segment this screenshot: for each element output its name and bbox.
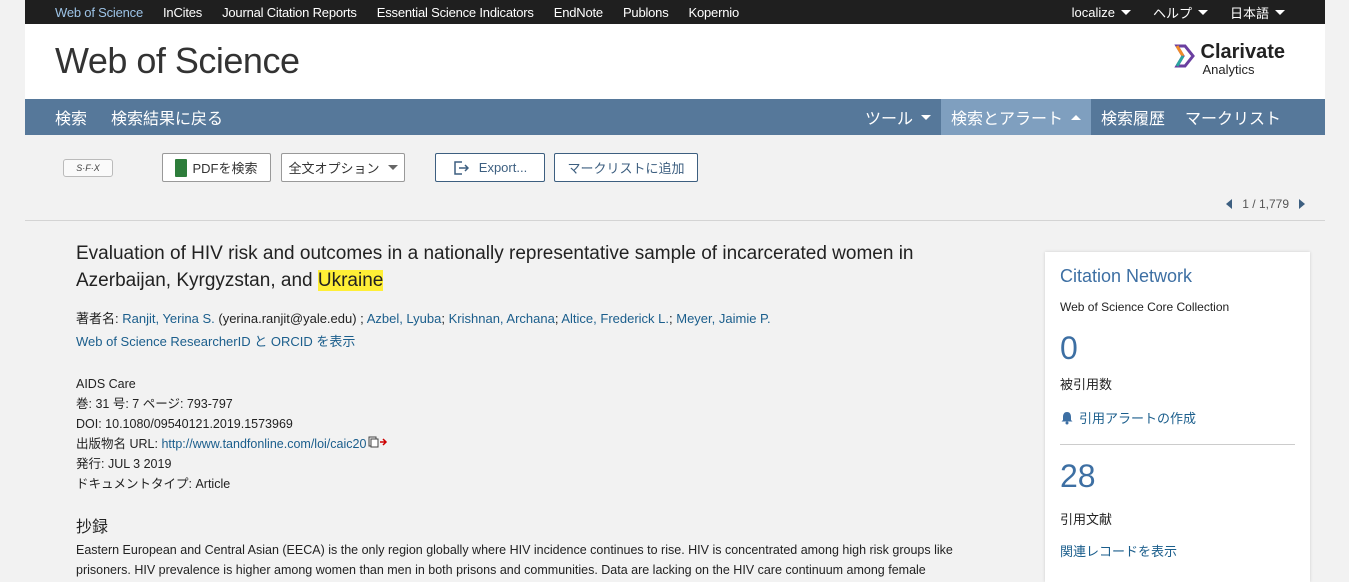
author-link-2[interactable]: Azbel, Lyuba (367, 311, 442, 326)
view-related-records-link[interactable]: 関連レコードを表示 (1060, 541, 1177, 560)
pdf-icon (175, 158, 188, 177)
product-link-incites[interactable]: InCites (163, 5, 202, 20)
clarivate-logo-icon (1173, 44, 1195, 68)
product-link-wos[interactable]: Web of Science (55, 5, 143, 20)
doi: DOI: 10.1080/09540121.2019.1573969 (76, 417, 293, 431)
external-link-icon[interactable] (368, 436, 388, 448)
product-link-endnote[interactable]: EndNote (554, 5, 603, 20)
nav-search[interactable]: 検索 (55, 105, 87, 129)
create-citation-alert-link[interactable]: 引用アラートの作成 (1060, 408, 1196, 427)
record-detail: Evaluation of HIV risk and outcomes in a… (25, 222, 1040, 577)
chevron-down-icon (920, 114, 931, 120)
product-link-esi[interactable]: Essential Science Indicators (377, 5, 534, 20)
sfx-button[interactable]: S·F·X (63, 159, 113, 177)
title-highlight: Ukraine (317, 270, 384, 291)
clarivate-logo-text: Clarivate Analytics (1201, 42, 1286, 77)
document-type: ドキュメントタイプ: Article (76, 477, 231, 491)
publication-url-row: 出版物名 URL: http://www.tandfonline.com/loi… (76, 434, 388, 454)
author-link-1[interactable]: Ranjit, Yerina S. (122, 311, 215, 326)
help-label: ヘルプ (1152, 5, 1192, 21)
bell-icon (1061, 411, 1073, 424)
main-nav: 検索 検索結果に戻る ツール 検索とアラート 検索履歴 マークリスト (25, 99, 1325, 135)
find-pdf-button[interactable]: PDFを検索 (162, 153, 271, 182)
page: Web of Science InCites Journal Citation … (25, 0, 1325, 582)
product-link-publons[interactable]: Publons (623, 5, 669, 20)
help-menu[interactable]: ヘルプ (1153, 3, 1208, 22)
fulltext-options-select[interactable]: 全文オプション (281, 153, 405, 182)
prev-record-icon[interactable] (1226, 199, 1233, 209)
clarivate-logo[interactable]: Clarivate Analytics (1173, 42, 1286, 77)
create-alert-label: 引用アラートの作成 (1079, 411, 1197, 426)
times-cited-label: 被引用数 (1060, 377, 1113, 392)
export-icon (454, 160, 469, 175)
record-toolbar: S·F·X PDFを検索 全文オプション Export... マークリストに追加… (25, 135, 1325, 221)
volume-info: 巻: 31 号: 7 ページ: 793-797 (76, 397, 233, 411)
export-button[interactable]: Export... (435, 153, 545, 182)
nav-marklist[interactable]: マークリスト (1175, 99, 1325, 135)
author-link-3[interactable]: Krishnan, Archana (449, 311, 555, 326)
find-pdf-label: PDFを検索 (192, 161, 258, 176)
divider (1060, 444, 1295, 445)
citation-network-heading: Citation Network (1060, 266, 1193, 286)
localize-label: localize (1071, 4, 1115, 20)
brand-title[interactable]: Web of Science (55, 40, 300, 82)
add-to-marklist-button[interactable]: マークリストに追加 (554, 153, 698, 182)
topbar-menus: localize ヘルプ 日本語 (1050, 0, 1285, 24)
times-cited-count: 0 (1060, 330, 1078, 366)
researcher-id-link[interactable]: Web of Science ResearcherID と ORCID を表示 (76, 331, 355, 350)
product-bar: Web of Science InCites Journal Citation … (25, 0, 1325, 24)
author1-email: (yerina.ranjit@yale.edu) ; (214, 311, 367, 326)
nav-right: ツール 検索とアラート 検索履歴 マークリスト (855, 99, 1325, 135)
nav-left: 検索 検索結果に戻る (55, 99, 247, 135)
product-links: Web of Science InCites Journal Citation … (55, 0, 759, 24)
authors-line: 著者名: Ranjit, Yerina S. (yerina.ranjit@ya… (76, 311, 771, 326)
citation-network-panel: Citation Network Web of Science Core Col… (1045, 252, 1310, 582)
cited-references-label: 引用文献 (1060, 512, 1113, 527)
export-label: Export... (478, 160, 528, 175)
abstract-text: Eastern European and Central Asian (EECA… (76, 543, 953, 577)
record-metadata: AIDS Care 巻: 31 号: 7 ページ: 793-797 DOI: 1… (76, 374, 388, 494)
language-menu[interactable]: 日本語 (1230, 3, 1285, 22)
logo-line1: Clarivate (1200, 41, 1286, 63)
language-label: 日本語 (1229, 5, 1269, 21)
title-text: Evaluation of HIV risk and outcomes in a… (76, 243, 914, 291)
nav-search-alert[interactable]: 検索とアラート (940, 99, 1091, 135)
product-link-kopernio[interactable]: Kopernio (689, 5, 740, 20)
search-alert-label: 検索とアラート (950, 111, 1063, 128)
author-link-5[interactable]: Meyer, Jaimie P. (676, 311, 770, 326)
journal-name: AIDS Care (76, 377, 136, 391)
nav-tools[interactable]: ツール (855, 99, 941, 135)
chevron-up-icon (1070, 114, 1081, 120)
publication-url-link[interactable]: http://www.tandfonline.com/loi/caic20 (161, 437, 366, 451)
chevron-down-icon (1275, 9, 1285, 15)
logo-line2: Analytics (1202, 62, 1255, 77)
chevron-down-icon (1120, 9, 1131, 15)
product-link-jcr[interactable]: Journal Citation Reports (222, 5, 357, 20)
cited-references-count[interactable]: 28 (1060, 458, 1096, 495)
localize-menu[interactable]: localize (1072, 5, 1131, 20)
header: Web of Science Clarivate Analytics (25, 24, 1325, 99)
nav-history[interactable]: 検索履歴 (1091, 99, 1175, 135)
author-link-4[interactable]: Altice, Frederick L. (561, 311, 669, 326)
publish-date: 発行: JUL 3 2019 (76, 457, 172, 471)
core-collection-label: Web of Science Core Collection (1060, 300, 1230, 314)
record-title: Evaluation of HIV risk and outcomes in a… (76, 240, 976, 294)
url-label: 出版物名 URL: (76, 437, 162, 451)
pager-label: 1 / 1,779 (1242, 197, 1289, 211)
fulltext-options-label: 全文オプション (288, 161, 380, 176)
abstract-heading: 抄録 (76, 519, 109, 536)
next-record-icon[interactable] (1299, 199, 1305, 209)
tools-label: ツール (864, 111, 913, 128)
authors-label: 著者名: (76, 311, 123, 326)
chevron-down-icon (1197, 9, 1208, 15)
record-pager: 1 / 1,779 (1226, 197, 1305, 211)
chevron-down-icon (387, 165, 398, 170)
nav-back-to-results[interactable]: 検索結果に戻る (111, 105, 223, 129)
